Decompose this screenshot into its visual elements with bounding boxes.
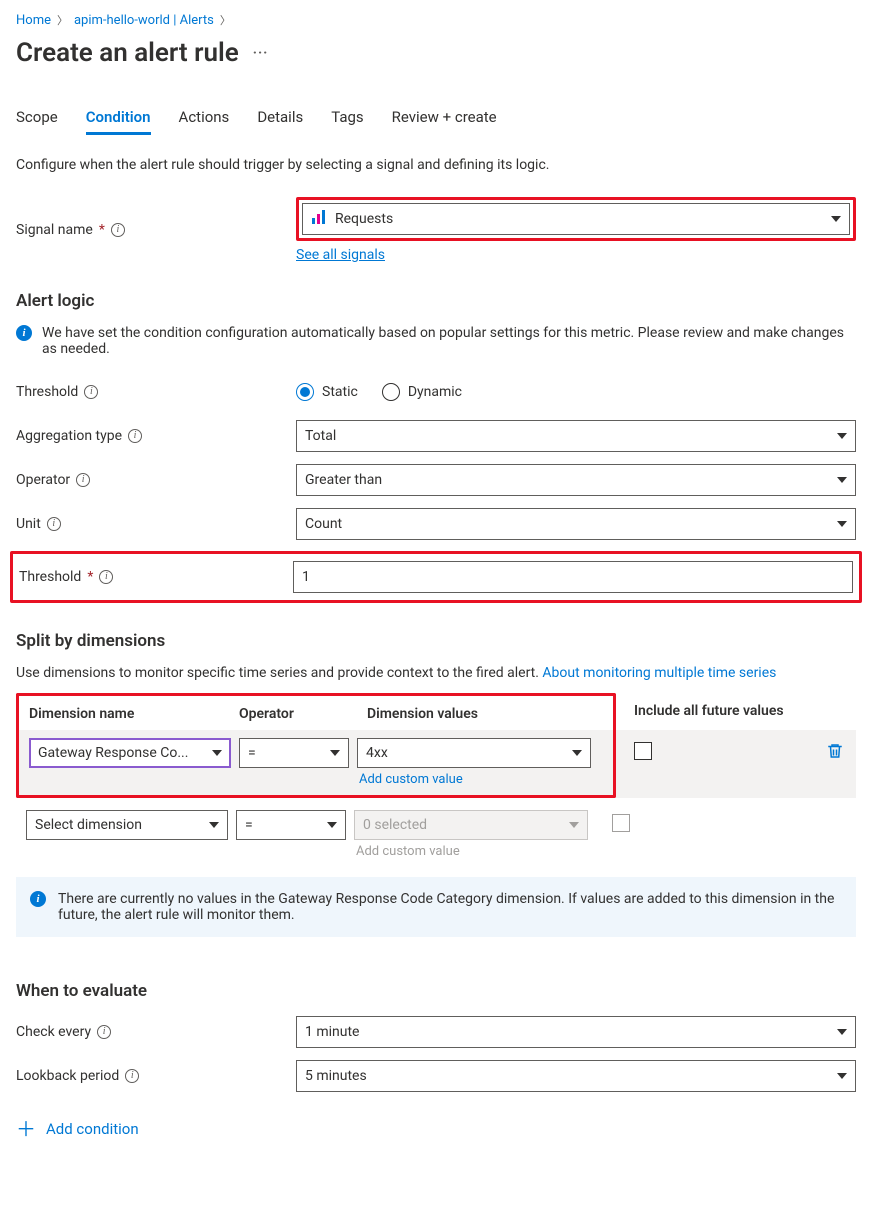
threshold-value-input[interactable]: 1 (293, 561, 853, 593)
check-every-dropdown[interactable]: 1 minute (296, 1016, 856, 1048)
aggregation-type-dropdown[interactable]: Total (296, 420, 856, 452)
breadcrumb-home[interactable]: Home (16, 13, 51, 28)
threshold-value-label: Threshold (19, 569, 81, 585)
required-asterisk: * (87, 569, 93, 585)
dimension-name-dropdown[interactable]: Gateway Response Co... (29, 738, 231, 768)
chevron-down-icon (569, 822, 579, 828)
tab-condition[interactable]: Condition (86, 108, 151, 135)
chevron-down-icon (837, 477, 847, 483)
alert-logic-heading: Alert logic (16, 291, 856, 311)
check-every-label: Check every (16, 1024, 91, 1040)
info-icon: i (30, 891, 46, 907)
lookback-period-value: 5 minutes (305, 1068, 367, 1084)
info-icon[interactable]: i (125, 1069, 139, 1083)
info-icon: i (16, 325, 32, 341)
alert-logic-note: We have set the condition configuration … (42, 325, 856, 357)
dimension-name-placeholder: Select dimension (35, 817, 142, 833)
chevron-down-icon (837, 433, 847, 439)
dimension-values-value: 4xx (366, 745, 388, 761)
dimension-operator-dropdown[interactable]: = (236, 810, 346, 840)
chevron-down-icon (837, 521, 847, 527)
lookback-period-dropdown[interactable]: 5 minutes (296, 1060, 856, 1092)
add-custom-value-link[interactable]: Add custom value (357, 772, 591, 787)
about-multiple-time-series-link[interactable]: About monitoring multiple time series (542, 665, 776, 681)
unit-value: Count (305, 516, 342, 532)
dimension-operator-value: = (245, 817, 253, 833)
required-asterisk: * (99, 222, 105, 238)
breadcrumb: Home 〉 apim-hello-world | Alerts 〉 (16, 12, 856, 28)
include-future-values-checkbox[interactable] (634, 742, 652, 760)
threshold-dynamic-label: Dynamic (408, 384, 462, 400)
chevron-right-icon: 〉 (220, 12, 231, 28)
include-future-values-checkbox[interactable] (612, 814, 630, 832)
info-icon[interactable]: i (76, 473, 90, 487)
chevron-right-icon: 〉 (57, 12, 68, 28)
when-to-evaluate-heading: When to evaluate (16, 981, 856, 1001)
delete-dimension-button[interactable] (826, 742, 844, 764)
tab-actions[interactable]: Actions (179, 108, 230, 135)
add-condition-label: Add condition (46, 1120, 139, 1138)
threshold-static-radio[interactable]: Static (296, 383, 358, 401)
tab-scope[interactable]: Scope (16, 108, 58, 135)
dimension-values-dropdown[interactable]: 0 selected (354, 810, 588, 840)
chevron-down-icon (831, 216, 841, 222)
chevron-down-icon (837, 1073, 847, 1079)
dimension-operator-value: = (248, 745, 256, 761)
tab-tags[interactable]: Tags (331, 108, 363, 135)
signal-name-value: Requests (335, 211, 393, 227)
dimension-values-placeholder: 0 selected (363, 817, 427, 833)
dimension-values-dropdown[interactable]: 4xx (357, 738, 591, 768)
threshold-type-label: Threshold (16, 384, 78, 400)
plus-icon: ＋ (16, 1119, 36, 1139)
info-icon[interactable]: i (97, 1025, 111, 1039)
aggregation-type-value: Total (305, 428, 336, 444)
lookback-period-label: Lookback period (16, 1068, 119, 1084)
threshold-static-label: Static (322, 384, 358, 400)
dim-col-include-header: Include all future values (616, 693, 784, 730)
split-by-dimensions-heading: Split by dimensions (16, 631, 856, 651)
dim-col-name-header: Dimension name (29, 706, 239, 722)
signal-name-dropdown[interactable]: Requests (302, 203, 850, 235)
info-icon[interactable]: i (111, 223, 125, 237)
chevron-down-icon (837, 1029, 847, 1035)
info-icon[interactable]: i (99, 570, 113, 584)
dim-col-operator-header: Operator (239, 706, 367, 722)
chevron-down-icon (212, 750, 222, 756)
dimensions-description: Use dimensions to monitor specific time … (16, 665, 856, 681)
add-custom-value-link: Add custom value (354, 844, 588, 859)
threshold-value: 1 (302, 569, 310, 585)
operator-dropdown[interactable]: Greater than (296, 464, 856, 496)
operator-label: Operator (16, 472, 70, 488)
check-every-value: 1 minute (305, 1024, 359, 1040)
see-all-signals-link[interactable]: See all signals (296, 247, 385, 263)
condition-intro-text: Configure when the alert rule should tri… (16, 157, 856, 173)
tab-details[interactable]: Details (257, 108, 303, 135)
unit-label: Unit (16, 516, 41, 532)
unit-dropdown[interactable]: Count (296, 508, 856, 540)
info-icon[interactable]: i (47, 517, 61, 531)
breadcrumb-resource[interactable]: apim-hello-world | Alerts (74, 13, 214, 28)
dimension-name-dropdown[interactable]: Select dimension (26, 810, 228, 840)
info-icon[interactable]: i (84, 385, 98, 399)
dimension-info-panel: i There are currently no values in the G… (16, 877, 856, 937)
signal-name-label: Signal name (16, 222, 93, 238)
chevron-down-icon (330, 750, 340, 756)
tab-review-create[interactable]: Review + create (392, 108, 497, 135)
dim-col-values-header: Dimension values (367, 706, 603, 722)
threshold-dynamic-radio[interactable]: Dynamic (382, 383, 462, 401)
dimension-name-value: Gateway Response Co... (38, 745, 188, 761)
tabs: Scope Condition Actions Details Tags Rev… (16, 108, 856, 135)
dimension-info-text: There are currently no values in the Gat… (58, 891, 842, 923)
chevron-down-icon (209, 822, 219, 828)
operator-value: Greater than (305, 472, 382, 488)
aggregation-type-label: Aggregation type (16, 428, 122, 444)
info-icon[interactable]: i (128, 429, 142, 443)
chevron-down-icon (572, 750, 582, 756)
chevron-down-icon (327, 822, 337, 828)
add-condition-button[interactable]: ＋ Add condition (16, 1119, 856, 1139)
dimension-operator-dropdown[interactable]: = (239, 738, 349, 768)
page-title: Create an alert rule (16, 38, 239, 68)
metric-chart-icon (311, 209, 327, 229)
more-icon[interactable]: ··· (253, 45, 269, 61)
